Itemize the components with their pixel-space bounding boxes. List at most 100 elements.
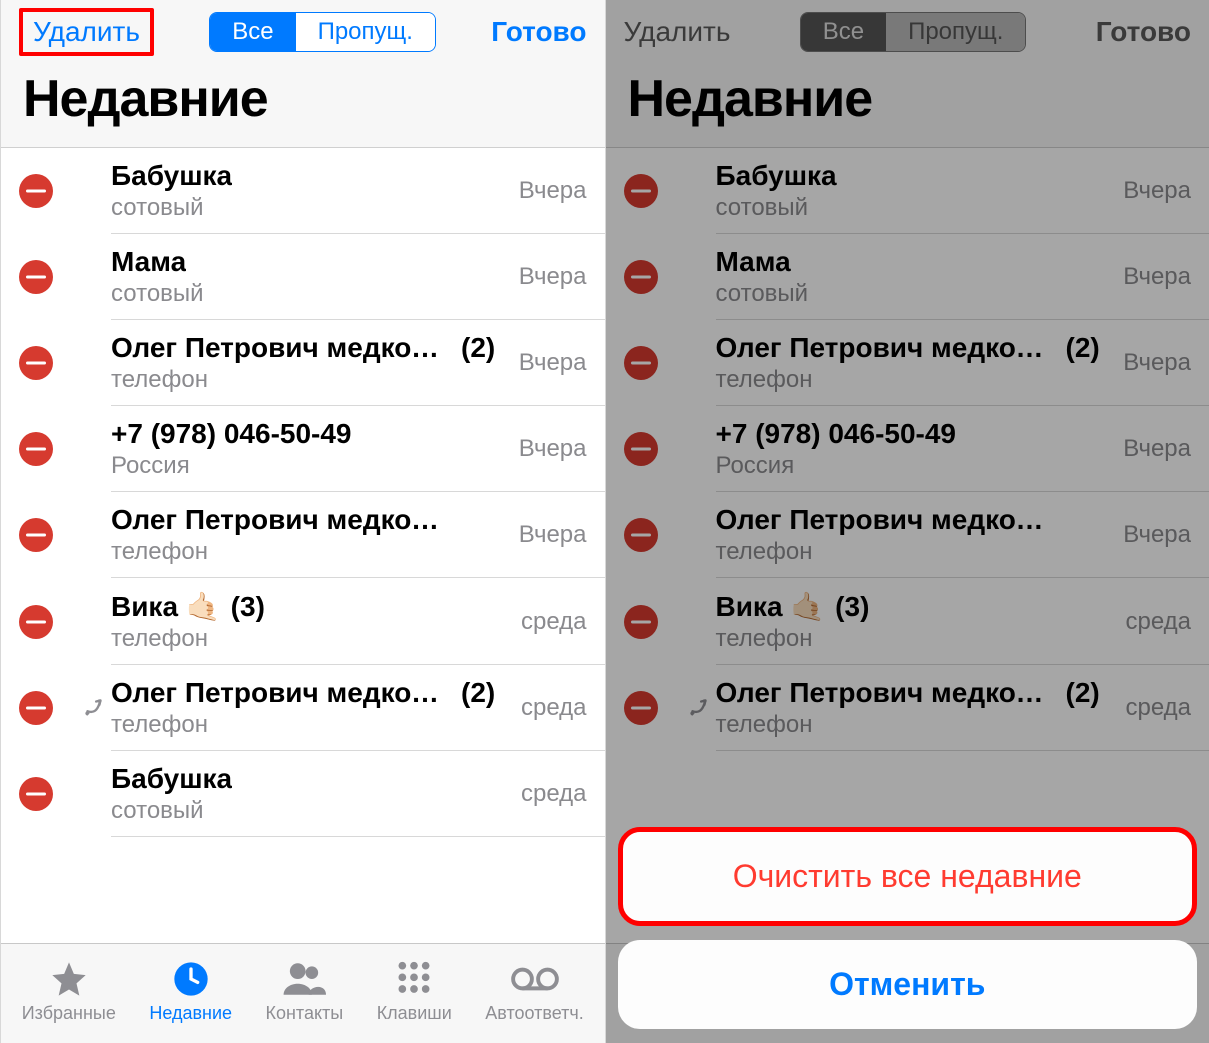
call-name: Олег Петрович медком…(2) xyxy=(716,332,1114,364)
call-list[interactable]: БабушкасотовыйВчераМамасотовыйВчераОлег … xyxy=(1,148,605,943)
star-icon xyxy=(49,959,89,999)
call-body: Олег Петрович медком…(2)телефон xyxy=(111,332,509,394)
delete-row-button[interactable] xyxy=(19,432,53,466)
call-time: среда xyxy=(1125,694,1191,722)
call-name: Олег Петрович медком…(2) xyxy=(111,332,509,364)
call-sublabel: сотовый xyxy=(111,280,509,308)
tab-recents[interactable]: Недавние xyxy=(149,959,232,1024)
call-row[interactable]: Олег Петрович медкомисс…телефонВчера xyxy=(606,492,1209,578)
delete-row-button[interactable] xyxy=(624,174,658,208)
call-row[interactable]: Олег Петрович медком…(2)телефонВчера xyxy=(606,320,1209,406)
call-row[interactable]: Бабушкасотовый среда xyxy=(1,751,605,837)
call-name: Мама xyxy=(111,246,509,278)
tabbar: Избранные Недавние Контакты Клавиши xyxy=(1,943,605,1043)
tab-contacts[interactable]: Контакты xyxy=(265,959,343,1024)
delete-row-button[interactable] xyxy=(19,518,53,552)
done-button[interactable]: Готово xyxy=(491,16,586,48)
call-time: Вчера xyxy=(519,435,587,463)
delete-row-button[interactable] xyxy=(624,260,658,294)
call-body: Бабушкасотовый xyxy=(111,763,511,825)
tab-voicemail[interactable]: Автоответч. xyxy=(485,959,583,1024)
call-name: Мама xyxy=(716,246,1114,278)
title-area: Недавние xyxy=(1,63,605,148)
call-direction-icon xyxy=(77,695,111,721)
delete-row-button[interactable] xyxy=(624,691,658,725)
screen-left: Удалить Все Пропущ. Готово Недавние Бабу… xyxy=(0,0,605,1043)
call-body: +7 (978) 046-50-49Россия xyxy=(111,418,509,480)
seg-all[interactable]: Все xyxy=(210,13,295,51)
delete-row-button[interactable] xyxy=(624,432,658,466)
delete-row-button[interactable] xyxy=(19,691,53,725)
call-count: (2) xyxy=(461,677,495,709)
delete-row-button[interactable] xyxy=(19,174,53,208)
call-body: Бабушкасотовый xyxy=(111,160,509,222)
call-time: среда xyxy=(521,608,587,636)
tab-label: Контакты xyxy=(265,1003,343,1024)
call-sublabel: сотовый xyxy=(111,194,509,222)
call-name: +7 (978) 046-50-49 xyxy=(111,418,509,450)
title-area: Недавние xyxy=(606,63,1209,148)
delete-row-button[interactable] xyxy=(19,260,53,294)
segmented-control[interactable]: Все Пропущ. xyxy=(800,12,1027,52)
tab-keypad[interactable]: Клавиши xyxy=(377,959,452,1024)
call-row[interactable]: МамасотовыйВчера xyxy=(606,234,1209,320)
screen-right: Удалить Все Пропущ. Готово Недавние Бабу… xyxy=(605,0,1209,1043)
call-row[interactable]: +7 (978) 046-50-49Россия Вчера xyxy=(1,406,605,492)
delete-row-button[interactable] xyxy=(624,346,658,380)
clock-icon xyxy=(171,959,211,999)
call-sublabel: сотовый xyxy=(716,194,1114,222)
call-body: Вика 🤙🏻(3)телефон xyxy=(111,590,511,653)
call-row[interactable]: Вика 🤙🏻(3)телефон среда xyxy=(1,578,605,665)
call-row[interactable]: Олег Петрович медком…(2)телефон среда xyxy=(606,665,1209,751)
call-name: Олег Петрович медком…(2) xyxy=(716,677,1116,709)
call-time: Вчера xyxy=(1123,521,1191,549)
call-row[interactable]: Олег Петрович медком…(2)телефонВчера xyxy=(1,320,605,406)
page-title: Недавние xyxy=(628,69,1188,129)
tab-label: Клавиши xyxy=(377,1003,452,1024)
delete-row-button[interactable] xyxy=(19,605,53,639)
tab-favorites[interactable]: Избранные xyxy=(22,959,116,1024)
call-list[interactable]: БабушкасотовыйВчераМамасотовыйВчераОлег … xyxy=(606,148,1209,943)
call-time: среда xyxy=(521,780,587,808)
seg-missed[interactable]: Пропущ. xyxy=(296,13,435,51)
delete-button[interactable]: Удалить xyxy=(624,16,731,48)
cancel-button[interactable]: Отменить xyxy=(618,940,1198,1029)
delete-row-button[interactable] xyxy=(19,777,53,811)
clear-all-button[interactable]: Очистить все недавние xyxy=(618,827,1198,926)
delete-row-button[interactable] xyxy=(624,518,658,552)
call-row[interactable]: Бабушкасотовый Вчера xyxy=(606,148,1209,234)
topbar: Удалить Все Пропущ. Готово xyxy=(1,0,605,63)
call-name: Олег Петрович медкомисс… xyxy=(111,504,509,536)
call-name: Бабушка xyxy=(716,160,1114,192)
delete-row-button[interactable] xyxy=(624,605,658,639)
call-body: Олег Петрович медком…(2)телефон xyxy=(111,677,511,739)
call-row[interactable]: МамасотовыйВчера xyxy=(1,234,605,320)
tab-label: Недавние xyxy=(149,1003,232,1024)
call-count: (3) xyxy=(231,591,265,623)
delete-button[interactable]: Удалить xyxy=(19,8,154,56)
call-body: Олег Петрович медкомисс…телефон xyxy=(111,504,509,566)
call-row[interactable]: +7 (978) 046-50-49РоссияВчера xyxy=(606,406,1209,492)
call-name: Бабушка xyxy=(111,763,511,795)
page-title: Недавние xyxy=(23,69,583,129)
call-row[interactable]: Олег Петрович медкомисс…телефонВчера xyxy=(1,492,605,578)
call-sublabel: телефон xyxy=(716,366,1114,394)
call-sublabel: телефон xyxy=(111,625,511,653)
call-count: (3) xyxy=(835,591,869,623)
call-row[interactable]: Олег Петрович медком…(2)телефон среда xyxy=(1,665,605,751)
seg-all[interactable]: Все xyxy=(801,13,886,51)
delete-row-button[interactable] xyxy=(19,346,53,380)
call-time: Вчера xyxy=(1123,177,1191,205)
call-sublabel: телефон xyxy=(111,366,509,394)
call-sublabel: телефон xyxy=(111,711,511,739)
call-body: Олег Петрович медком…(2)телефон xyxy=(716,677,1116,739)
seg-missed[interactable]: Пропущ. xyxy=(886,13,1025,51)
call-row[interactable]: Вика 🤙🏻(3)телефонсреда xyxy=(606,578,1209,665)
call-sublabel: телефон xyxy=(716,711,1116,739)
call-time: среда xyxy=(521,694,587,722)
done-button[interactable]: Готово xyxy=(1096,16,1191,48)
call-row[interactable]: БабушкасотовыйВчера xyxy=(1,148,605,234)
segmented-control[interactable]: Все Пропущ. xyxy=(209,12,436,52)
call-body: Мамасотовый xyxy=(716,246,1114,308)
call-name: Бабушка xyxy=(111,160,509,192)
